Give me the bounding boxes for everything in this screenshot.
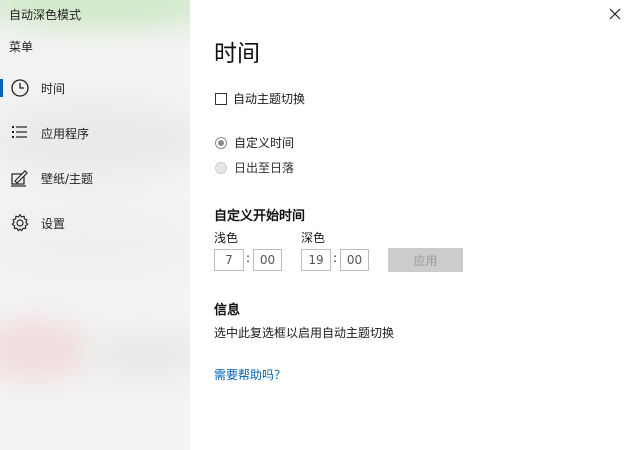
list-icon bbox=[10, 123, 30, 143]
sidebar-item-time[interactable]: 时间 bbox=[0, 70, 190, 106]
time-separator: : bbox=[246, 251, 251, 265]
auto-switch-checkbox[interactable]: 自动主题切换 bbox=[215, 90, 305, 107]
apply-button[interactable]: 应用 bbox=[388, 248, 463, 272]
light-label: 浅色 bbox=[214, 231, 239, 245]
paint-icon bbox=[10, 168, 30, 188]
radio-custom-time[interactable]: 自定义时间 bbox=[215, 134, 294, 151]
background-blur bbox=[0, 320, 90, 380]
help-link[interactable]: 需要帮助吗？ bbox=[214, 366, 286, 383]
checkbox-box[interactable] bbox=[215, 92, 227, 105]
menu-label: 菜单 bbox=[9, 40, 34, 54]
close-icon bbox=[609, 8, 621, 20]
light-hour-input[interactable]: 7 bbox=[214, 249, 244, 271]
radio-label: 自定义时间 bbox=[234, 136, 295, 150]
sidebar-item-label: 设置 bbox=[41, 217, 66, 231]
dark-hour-input[interactable]: 19 bbox=[301, 249, 331, 271]
radio-label: 日出至日落 bbox=[234, 161, 295, 175]
sidebar-item-apps[interactable]: 应用程序 bbox=[0, 115, 190, 151]
info-text: 选中此复选框以启用自动主题切换 bbox=[214, 326, 395, 340]
app-title: 自动深色模式 bbox=[9, 8, 82, 22]
radio-button[interactable] bbox=[215, 161, 227, 174]
sidebar-item-label: 应用程序 bbox=[41, 127, 90, 141]
checkbox-label: 自动主题切换 bbox=[233, 92, 306, 106]
custom-start-heading: 自定义开始时间 bbox=[214, 209, 306, 224]
sidebar-item-settings[interactable]: 设置 bbox=[0, 205, 190, 241]
close-button[interactable] bbox=[605, 4, 625, 24]
page-title: 时间 bbox=[214, 41, 260, 67]
sidebar-item-label: 时间 bbox=[41, 82, 66, 96]
dark-minute-input[interactable]: 00 bbox=[340, 249, 369, 271]
dark-label: 深色 bbox=[301, 231, 326, 245]
info-heading: 信息 bbox=[214, 303, 241, 318]
sidebar: 自动深色模式 菜单 时间 应用程序 壁纸/主题 设置 bbox=[0, 0, 190, 450]
clock-icon bbox=[10, 78, 30, 98]
sidebar-item-label: 壁纸/主题 bbox=[41, 172, 94, 186]
sidebar-item-wallpaper[interactable]: 壁纸/主题 bbox=[0, 160, 190, 196]
radio-sunset[interactable]: 日出至日落 bbox=[215, 159, 294, 176]
time-separator: : bbox=[333, 251, 338, 265]
radio-button[interactable] bbox=[215, 136, 227, 149]
light-minute-input[interactable]: 00 bbox=[253, 249, 282, 271]
background-blur bbox=[90, 330, 190, 380]
gear-icon bbox=[10, 213, 30, 233]
